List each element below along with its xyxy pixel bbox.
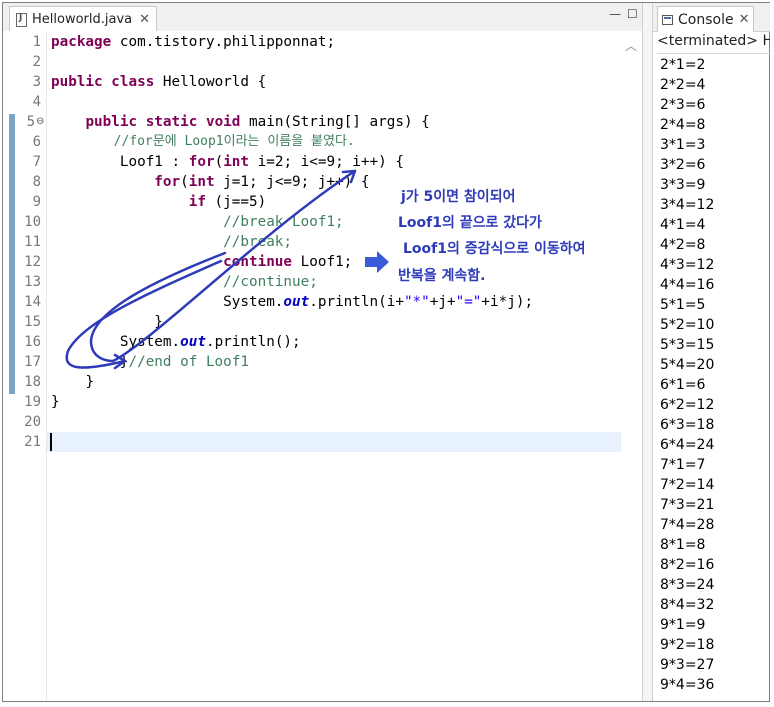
console-output-line: 3*1=3 [660,137,706,153]
console-output-line: 8*4=32 [660,597,715,613]
maximize-icon[interactable]: ☐ [627,7,638,21]
console-output[interactable]: 2*1=2 2*2=4 2*3=6 2*4=8 3*1=3 3*2=6 3*3=9 3*4=1… [660,55,770,695]
end-to-increment-arrow [89,169,357,363]
console-output-line: 8*2=16 [660,557,715,573]
console-output-line: 9*3=27 [660,657,715,673]
close-icon[interactable]: ✕ [139,12,150,27]
console-output-line: 6*3=18 [660,417,715,433]
console-output-line: 3*2=6 [660,157,706,173]
console-output-line: 4*2=8 [660,237,706,253]
console-output-line: 2*2=4 [660,77,706,93]
close-icon[interactable]: ✕ [739,12,750,27]
console-output-line: 5*1=5 [660,297,706,313]
console-output-line: 5*3=15 [660,337,715,353]
right-arrow-icon [365,251,389,273]
console-output-line: 9*1=9 [660,617,706,633]
console-output-line: 4*4=16 [660,277,715,293]
tab-console[interactable]: Console ✕ [657,6,755,32]
console-icon [662,14,673,25]
annotation-line: j가 5이면 참이되어 [401,189,516,205]
editor-tab-bar: Helloworld.java ✕ — ☐ [3,3,642,32]
tab-label: Helloworld.java [32,12,133,27]
console-output-line: 3*4=12 [660,197,715,213]
console-output-line: 7*3=21 [660,497,715,513]
annotation-line: Loof1의 증감식으로 이동하여 [403,241,586,257]
minimize-icon[interactable]: — [609,7,621,21]
console-output-line: 6*1=6 [660,377,706,393]
console-output-line: 4*3=12 [660,257,715,273]
console-header: Console ✕ [653,3,770,32]
console-output-line: 9*4=36 [660,677,715,693]
console-output-line: 7*2=14 [660,477,715,493]
code-editor[interactable]: ︿ 1 2 3 4 5 ⊖ 6 7 8 9 10 11 12 13 14 15 … [3,31,642,701]
java-file-icon [16,12,27,27]
flow-arrow-overlay [65,169,389,370]
console-output-line: 4*1=4 [660,217,706,233]
tab-helloworld-java[interactable]: Helloworld.java ✕ [9,6,158,32]
console-output-line: 8*1=8 [660,537,706,553]
console-output-line: 5*4=20 [660,357,715,373]
tab-label: Console [678,11,734,28]
view-splitter[interactable] [642,3,653,701]
console-output-line: 6*4=24 [660,437,715,453]
console-output-line: 2*4=8 [660,117,706,133]
annotation-line: Loof1의 끝으로 갔다가 [398,215,542,231]
console-output-line: 7*1=7 [660,457,706,473]
console-output-line: 8*3=24 [660,577,715,593]
annotation-line: 반복을 계속함. [398,268,486,284]
console-output-line: 2*3=6 [660,97,706,113]
console-status: <terminated> H [657,33,770,54]
console-output-line: 6*2=12 [660,397,715,413]
console-output-line: 7*4=28 [660,517,715,533]
console-output-line: 2*1=2 [660,57,706,73]
continue-to-end-arrow [65,259,223,369]
console-output-line: 5*2=10 [660,317,715,333]
console-output-line: 3*3=9 [660,177,706,193]
console-output-line: 9*2=18 [660,637,715,653]
